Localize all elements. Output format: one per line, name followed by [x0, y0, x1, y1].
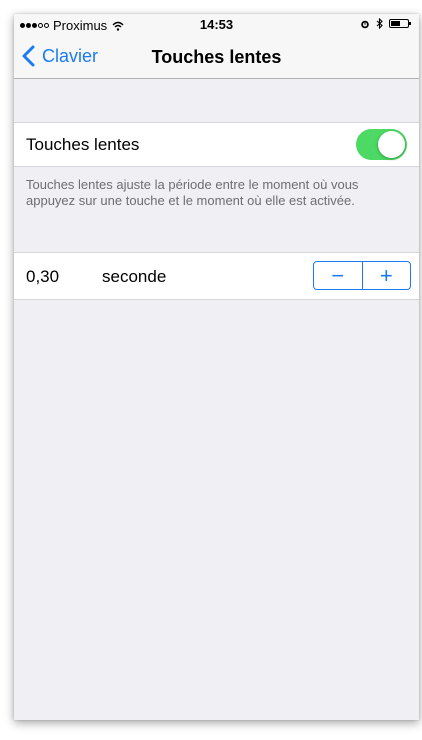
battery-icon — [389, 19, 411, 28]
toggle-row-label: Touches lentes — [26, 135, 140, 154]
alarm-icon — [361, 20, 369, 28]
delay-unit: seconde — [102, 267, 167, 286]
phone-screen: Proximus 14:53 Clavier Touches lentes To… — [14, 14, 419, 720]
toggle-knob — [378, 131, 405, 158]
section-footer-text: Touches lentes ajuste la période entre l… — [26, 177, 359, 208]
stepper-row: 0,30 seconde − + — [14, 252, 419, 300]
status-bar: Proximus 14:53 — [14, 14, 419, 36]
delay-value: 0,30 — [26, 267, 60, 286]
battery-tip — [409, 22, 411, 25]
decrement-button[interactable]: − — [314, 262, 362, 289]
battery-fill — [391, 21, 400, 26]
status-right — [360, 18, 411, 29]
toggle-row: Touches lentes — [14, 122, 419, 167]
status-time: 14:53 — [199, 17, 234, 32]
slow-keys-toggle[interactable] — [356, 129, 407, 160]
increment-button[interactable]: + — [363, 262, 411, 289]
bluetooth-icon — [376, 18, 383, 29]
page-title: Touches lentes — [151, 47, 282, 67]
delay-stepper: − + — [313, 261, 411, 290]
navigation-bar: Clavier Touches lentes — [14, 36, 419, 79]
